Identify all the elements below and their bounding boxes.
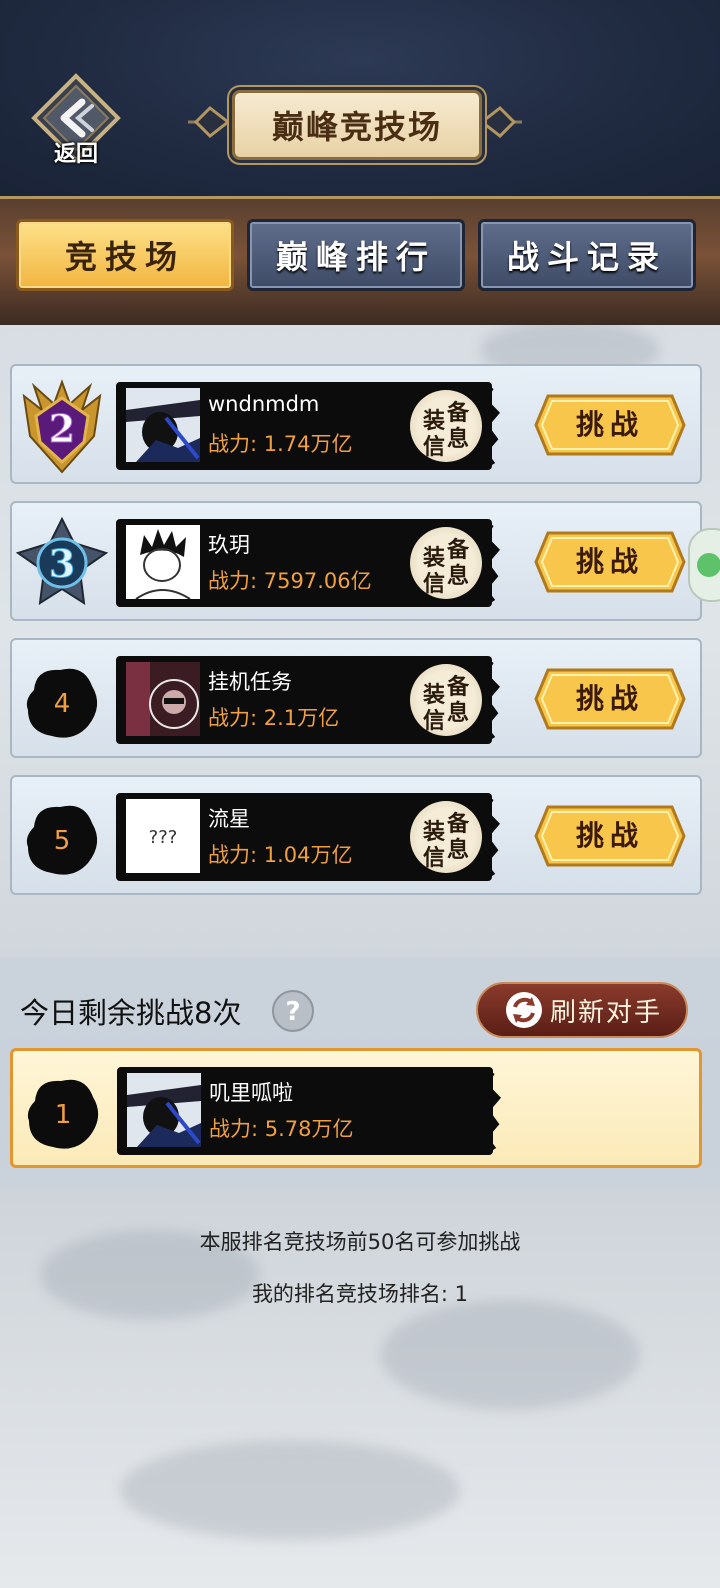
equip-char: 备 [446, 674, 469, 700]
title-ornament-right-icon [478, 106, 522, 138]
rank-number: 4 [54, 689, 71, 719]
my-rank-row: 1 叽里呱啦 战力: 5.78万亿 [10, 1048, 702, 1168]
rank-ink-blot: 5 [26, 805, 98, 875]
rank-badge-blue: 3 [15, 516, 109, 605]
my-rank-note: 我的排名竞技场排名: 1 [251, 1282, 469, 1306]
equip-char: 装 [422, 819, 445, 845]
rank-ink-blot: 4 [26, 668, 98, 738]
ninja-avatar-icon [127, 1073, 201, 1147]
ninja-avatar-icon [126, 388, 200, 462]
title-ornament-left-icon [188, 106, 232, 138]
avatar-text: ??? [149, 827, 178, 848]
back-button[interactable]: 返回 [30, 72, 122, 170]
player-card: wndnmdm 战力: 1.74万亿 备 装 息 信 [116, 382, 492, 470]
tab-arena[interactable]: 竞技场 [16, 219, 234, 291]
refresh-icon [506, 992, 542, 1028]
equip-char: 装 [422, 682, 445, 708]
chat-icon [697, 553, 720, 577]
player-power: 战力: 1.04万亿 [208, 843, 353, 867]
player-card: ??? 流星 战力: 1.04万亿 备 装 息 信 [116, 793, 492, 881]
rank-number: 5 [54, 826, 71, 856]
equip-char: 信 [422, 571, 445, 597]
back-label: 返回 [53, 141, 98, 167]
player-name: 玖玥 [208, 533, 250, 557]
opponent-row: 3 玖玥 战力: 7597.06亿 备 装 息 信 挑战 [10, 501, 702, 621]
player-card: 玖玥 战力: 7597.06亿 备 装 息 信 [116, 519, 492, 607]
refresh-opponents-button[interactable]: 刷新对手 [476, 982, 688, 1038]
eligibility-note: 本服排名竞技场前50名可参加挑战 [199, 1230, 521, 1254]
page-title-text: 巅峰竞技场 [271, 108, 442, 146]
ink-cloud [380, 1300, 640, 1410]
equip-char: 信 [422, 434, 445, 460]
equip-char: 备 [446, 537, 469, 563]
challenge-button[interactable]: 挑战 [534, 531, 686, 593]
photo-avatar-icon [126, 662, 200, 736]
player-card: 挂机任务 战力: 2.1万亿 备 装 息 信 [116, 656, 492, 744]
opponent-row: 2 wndnmdm 战力: 1.74万亿 备 装 息 信 挑战 [10, 364, 702, 484]
equipment-info-button[interactable]: 备 装 息 信 [410, 527, 482, 599]
tab-battle-log[interactable]: 战斗记录 [478, 219, 696, 291]
sketch-avatar-icon [126, 525, 200, 599]
avatar[interactable] [126, 525, 200, 599]
challenge-label: 挑战 [575, 408, 644, 441]
remaining-challenges: 今日剩余挑战8次 [20, 996, 242, 1030]
floating-chat-button[interactable] [688, 528, 720, 602]
player-power: 战力: 7597.06亿 [208, 569, 372, 593]
avatar[interactable]: ??? [126, 799, 200, 873]
challenge-label: 挑战 [575, 545, 644, 578]
tab-peak-ranking[interactable]: 巅峰排行 [247, 219, 465, 291]
equip-char: 备 [446, 400, 469, 426]
equipment-info-button[interactable]: 备 装 息 信 [410, 390, 482, 462]
equip-char: 息 [446, 426, 469, 452]
header-bar: 返回 巅峰竞技场 [0, 0, 720, 199]
avatar[interactable] [126, 388, 200, 462]
avatar[interactable] [126, 662, 200, 736]
challenge-label: 挑战 [575, 819, 644, 852]
equip-char: 息 [446, 700, 469, 726]
equip-char: 备 [446, 811, 469, 837]
question-avatar-icon: ??? [126, 799, 200, 873]
player-power: 战力: 5.78万亿 [209, 1117, 354, 1141]
equip-char: 装 [422, 545, 445, 571]
opponent-row: 4 挂机任务 战力: 2.1万亿 备 装 息 信 挑战 [10, 638, 702, 758]
help-button[interactable]: ? [272, 990, 314, 1032]
player-power: 战力: 1.74万亿 [208, 432, 353, 456]
player-name: 叽里呱啦 [209, 1081, 293, 1105]
rank-badge-purple: 2 [22, 379, 102, 474]
ink-cloud [120, 1440, 460, 1540]
equipment-info-button[interactable]: 备 装 息 信 [410, 801, 482, 873]
equip-char: 装 [422, 408, 445, 434]
rank-ink-blot: 1 [27, 1079, 99, 1149]
challenge-panel: 今日剩余挑战8次 ? 刷新对手 1 叽里呱啦 战力: 5.78万亿 [0, 958, 720, 1186]
player-name: wndnmdm [208, 392, 320, 416]
challenge-label: 挑战 [575, 682, 644, 715]
tab-bar: 竞技场 巅峰排行 战斗记录 [0, 199, 720, 325]
player-power: 战力: 2.1万亿 [208, 706, 340, 730]
opponent-row: 5 ??? 流星 战力: 1.04万亿 备 装 息 信 挑战 [10, 775, 702, 895]
equip-char: 信 [422, 708, 445, 734]
rank-number: 2 [49, 406, 75, 451]
refresh-label: 刷新对手 [550, 997, 663, 1028]
rank-number: 3 [49, 541, 75, 586]
player-card: 叽里呱啦 战力: 5.78万亿 [117, 1067, 493, 1155]
equip-char: 息 [446, 837, 469, 863]
avatar[interactable] [127, 1073, 201, 1147]
player-name: 挂机任务 [208, 670, 292, 694]
player-name: 流星 [208, 807, 250, 831]
challenge-button[interactable]: 挑战 [534, 668, 686, 730]
page-title: 巅峰竞技场 [232, 90, 482, 160]
rank-number: 1 [55, 1100, 72, 1130]
equip-char: 信 [422, 845, 445, 871]
equip-char: 息 [446, 563, 469, 589]
challenge-button[interactable]: 挑战 [534, 805, 686, 867]
challenge-button[interactable]: 挑战 [534, 394, 686, 456]
equipment-info-button[interactable]: 备 装 息 信 [410, 664, 482, 736]
